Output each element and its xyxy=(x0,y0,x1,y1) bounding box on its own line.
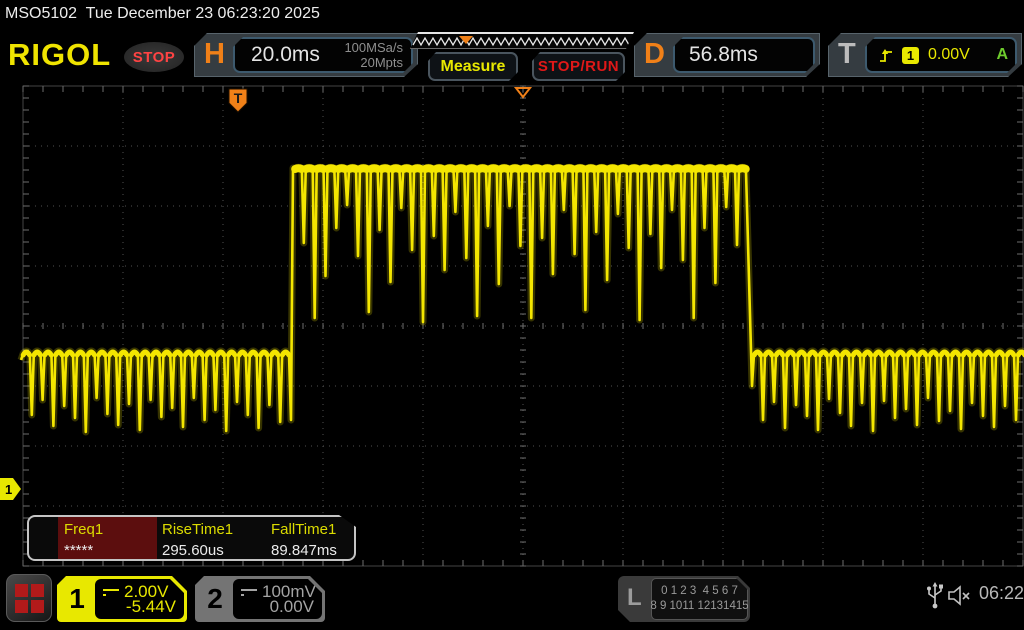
logic-analyzer-label: L xyxy=(627,584,642,612)
measurement-results-box: Freq1 ***** RiseTime1 295.60us FallTime1… xyxy=(27,515,356,561)
trigger-slope-icon xyxy=(879,48,893,63)
trigger-inner: 1 0.00V A xyxy=(865,37,1017,73)
ch1-ground-label: 1 xyxy=(5,482,12,497)
graticule xyxy=(23,86,1023,566)
usb-icon xyxy=(925,582,945,610)
delay-value: 56.8ms xyxy=(689,43,758,67)
record-zigzag-icon xyxy=(411,34,633,48)
measurement-label: RiseTime1 xyxy=(162,521,266,538)
logic-analyzer-badge[interactable]: L 0 1 2 3 4 5 6 7 8 9 1011 12131415 xyxy=(618,576,750,622)
measurement-falltime[interactable]: FallTime1 89.847ms xyxy=(271,517,355,559)
channel-status-bar: 1 2.00V -5.44V 2 100mV 0.00V L 0 1 2 3 4… xyxy=(0,570,1024,630)
speaker-muted-icon xyxy=(948,585,974,607)
measure-button-label: Measure xyxy=(441,58,506,76)
trigger-sweep-mode: A xyxy=(996,46,1008,64)
horizontal-inner: 20.0ms 100MSa/s 20Mpts xyxy=(233,37,413,73)
sample-rate: 100MSa/s xyxy=(344,40,403,55)
measurement-value: 295.60us xyxy=(162,542,266,559)
trigger-label: T xyxy=(838,38,856,71)
menu-button[interactable] xyxy=(6,574,52,622)
run-state-label: STOP xyxy=(133,49,176,66)
measurement-value: 89.847ms xyxy=(271,542,355,559)
measurement-label: Freq1 xyxy=(64,521,157,538)
measurement-freq[interactable]: Freq1 ***** xyxy=(58,517,157,559)
measurement-value: ***** xyxy=(64,542,157,559)
clock: 06:22 xyxy=(979,583,1024,604)
measurement-risetime[interactable]: RiseTime1 295.60us xyxy=(162,517,266,559)
menu-grid-icon xyxy=(15,584,44,613)
measure-button[interactable]: Measure xyxy=(428,52,518,81)
stop-run-button-label: STOP/RUN xyxy=(538,58,619,75)
digital-channels: 0 1 2 3 4 5 6 7 8 9 1011 12131415 xyxy=(651,578,748,620)
model-and-datetime: MSO5102 Tue December 23 06:23:20 2025 xyxy=(5,5,320,23)
digital-channels-row1: 0 1 2 3 4 5 6 7 xyxy=(661,584,738,599)
timebase-value: 20.0ms xyxy=(251,43,320,67)
trigger-position-letter: T xyxy=(234,90,243,106)
status-bar: MSO5102 Tue December 23 06:23:20 2025 xyxy=(0,0,1024,30)
channel2-offset: 0.00V xyxy=(270,597,314,617)
trigger-source-badge: 1 xyxy=(902,47,919,64)
channel1-badge[interactable]: 1 2.00V -5.44V xyxy=(57,576,187,622)
delay-inner: 56.8ms xyxy=(673,37,815,73)
waveform-record-bar[interactable] xyxy=(410,32,634,49)
run-state-indicator[interactable]: STOP xyxy=(124,42,184,72)
delay-label: D xyxy=(644,38,665,71)
channel2-settings: 100mV 0.00V xyxy=(233,579,322,619)
horizontal-panel[interactable]: H 20.0ms 100MSa/s 20Mpts xyxy=(194,33,418,77)
memory-depth: 20Mpts xyxy=(344,55,403,70)
delay-panel[interactable]: D 56.8ms xyxy=(634,33,820,77)
channel1-offset: -5.44V xyxy=(126,597,176,617)
trigger-panel[interactable]: T 1 0.00V A xyxy=(828,33,1022,77)
dc-coupling-icon xyxy=(103,589,119,596)
stop-run-button[interactable]: STOP/RUN xyxy=(532,52,625,81)
channel1-settings: 2.00V -5.44V xyxy=(95,579,184,619)
trigger-level-value: 0.00V xyxy=(928,46,970,64)
digital-channels-row2: 8 9 1011 12131415 xyxy=(650,599,748,614)
rigol-logo: RIGOL xyxy=(8,37,111,73)
measurement-label: FallTime1 xyxy=(271,521,355,538)
horizontal-label: H xyxy=(204,38,225,71)
acquisition-info: 100MSa/s 20Mpts xyxy=(344,40,403,70)
channel2-number: 2 xyxy=(195,576,235,622)
header-toolbar: RIGOL STOP H 20.0ms 100MSa/s 20Mpts Meas… xyxy=(0,30,1024,84)
channel1-number: 1 xyxy=(57,576,97,622)
channel2-badge[interactable]: 2 100mV 0.00V xyxy=(195,576,325,622)
dc-coupling-icon xyxy=(241,589,257,596)
